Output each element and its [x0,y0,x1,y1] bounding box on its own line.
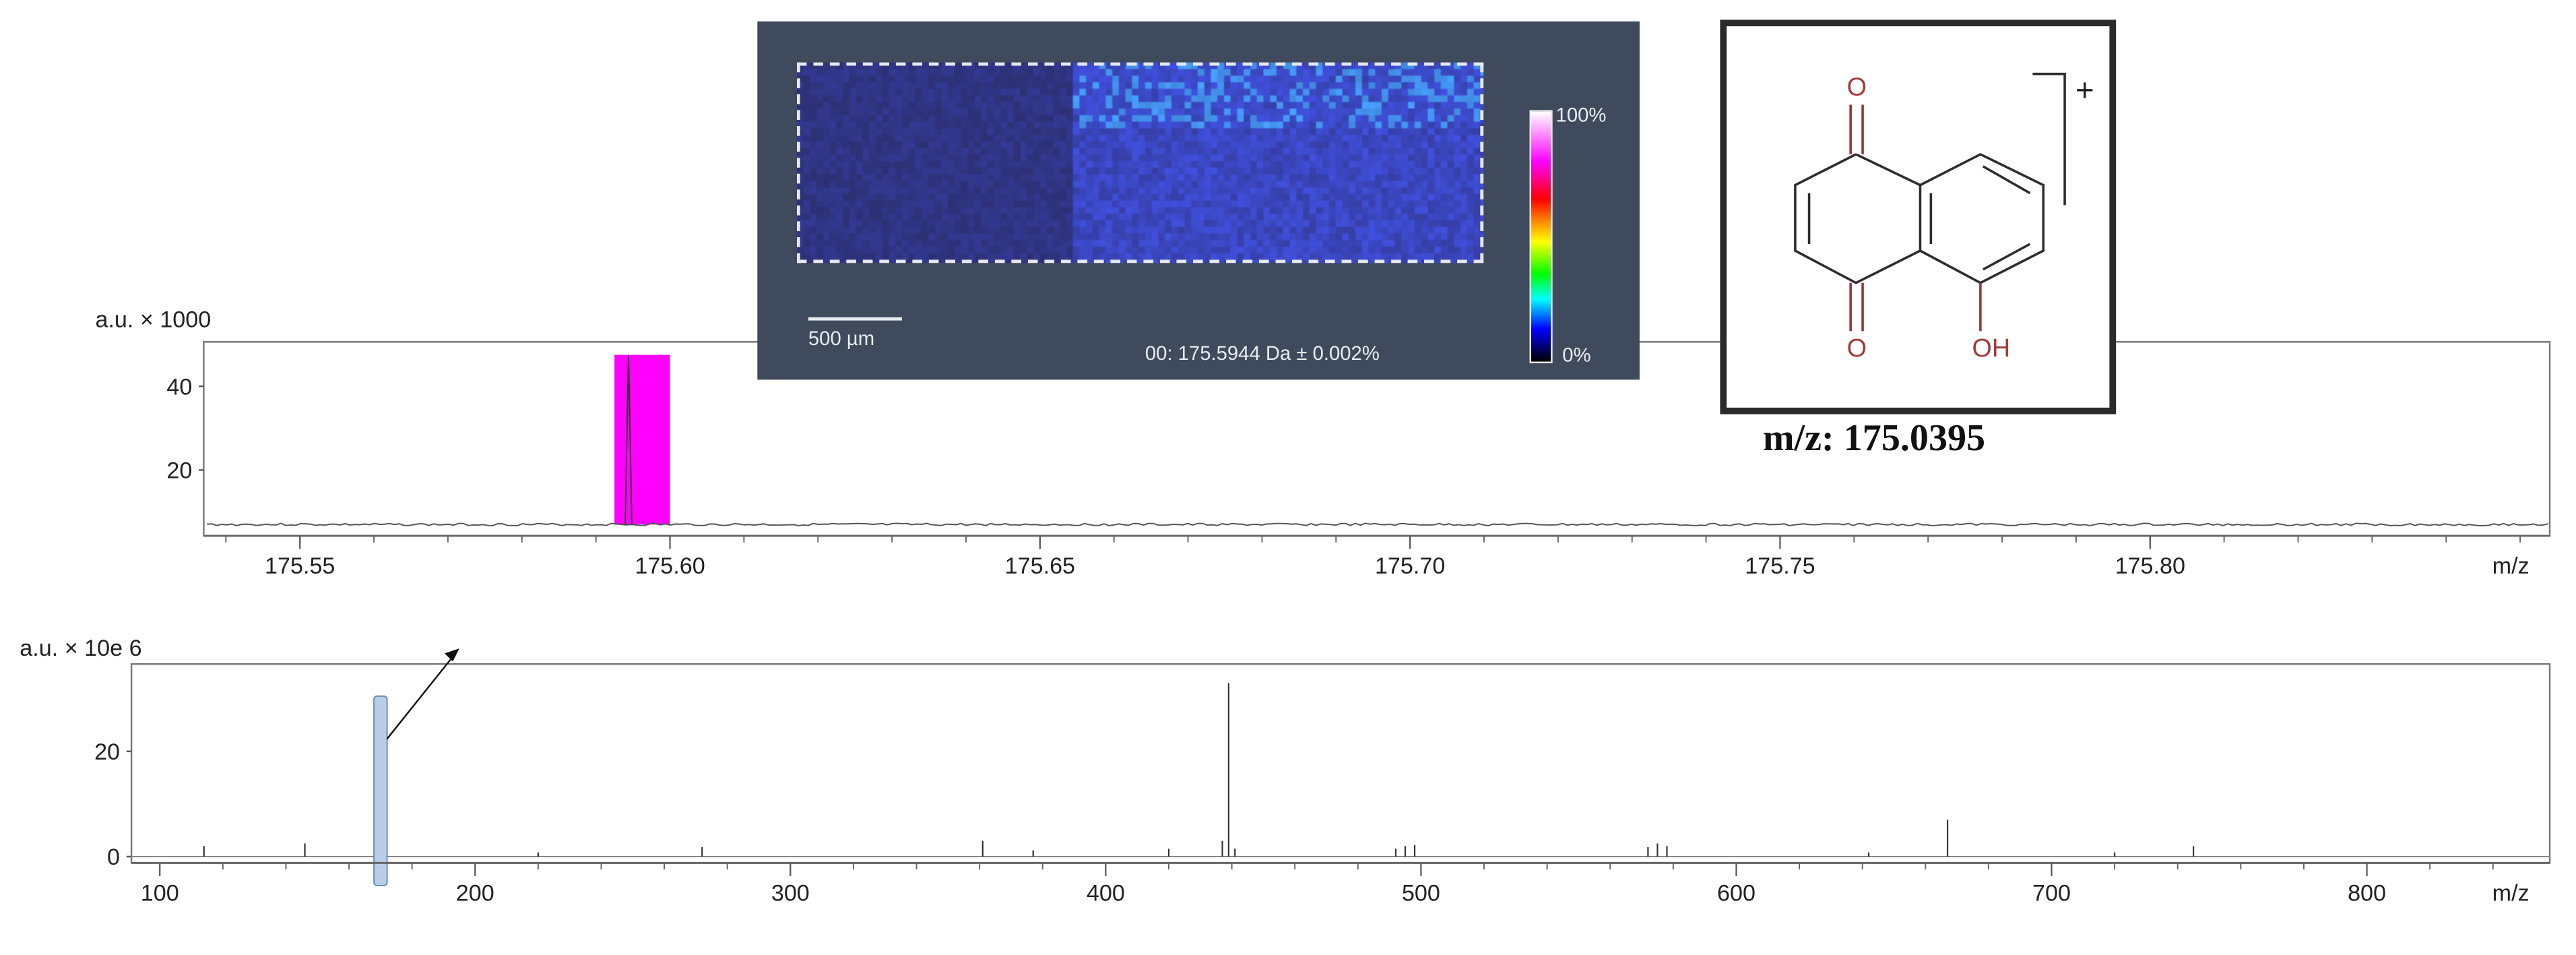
chart0-x-tick-label: 175.65 [1005,553,1075,579]
bottom-y-axis-label: a.u. × 10e 6 [20,634,142,661]
chart1-selected-peak-highlight [373,695,388,886]
hydroxyl-label: OH [1972,334,2010,362]
chart1-y-tick-label: 0 [107,844,120,870]
chart1-arrow-head-icon [444,648,459,662]
chart0-y-tick-label: 20 [166,458,192,484]
juglone-structure: O O OH + [1794,72,2094,362]
chart1-x-tick-label: 500 [1402,880,1440,906]
chart0-x-tick-label: 175.70 [1375,553,1445,579]
chart1-x-tick-label: 100 [141,880,179,906]
colorbar-min-label: 0% [1562,343,1591,367]
bonds [1794,72,2066,332]
chart0-highlight-window [614,355,670,525]
chart0-x-tick-label: 175.75 [1745,553,1815,579]
chart0-x-tick-label: 175.60 [635,553,705,579]
chart1-x-axis-label: m/z [2492,880,2530,906]
chart0-x-axis-label: m/z [2492,553,2530,579]
chart1-x-tick-label: 600 [1717,880,1756,906]
chart1-x-tick-label: 400 [1087,880,1125,906]
chart1-x-tick-label: 300 [771,880,810,906]
scale-bar-label: 500 µm [808,327,875,350]
oxygen-top-label: O [1847,73,1867,101]
figure: a.u. × 1000 175.55 175.60 175.65 175.70 175.… [0,0,2576,955]
image-caption: 00: 175.5944 Da ± 0.002% [1145,342,1380,365]
ms-image-panel: 100% 0% 500 µm 00: 175.5944 Da ± 0.002% [757,21,1640,380]
chart1-y-tick-label: 20 [94,739,120,765]
chart0-x-tick-label: 175.55 [265,553,335,579]
chart0-y-tick-label: 40 [166,374,192,400]
colorbar [1529,110,1553,363]
scale-bar [808,317,902,321]
chart1-x-tick-label: 800 [2348,880,2386,906]
colorbar-max-label: 100% [1555,103,1607,127]
chart1-x-tick-label: 200 [456,880,494,906]
chemical-structure-box: O O OH + [1720,20,2117,414]
chart0-x-tick-label: 175.80 [2115,553,2185,579]
chart1-plot-frame [130,663,2551,864]
mz-value-label: m/z: 175.0395 [1762,417,1986,459]
roi-dashed-rectangle [796,62,1484,264]
oxygen-bottom-label: O [1847,334,1867,362]
charge-label: + [2075,72,2094,108]
chart1-x-tick-label: 700 [2032,880,2071,906]
